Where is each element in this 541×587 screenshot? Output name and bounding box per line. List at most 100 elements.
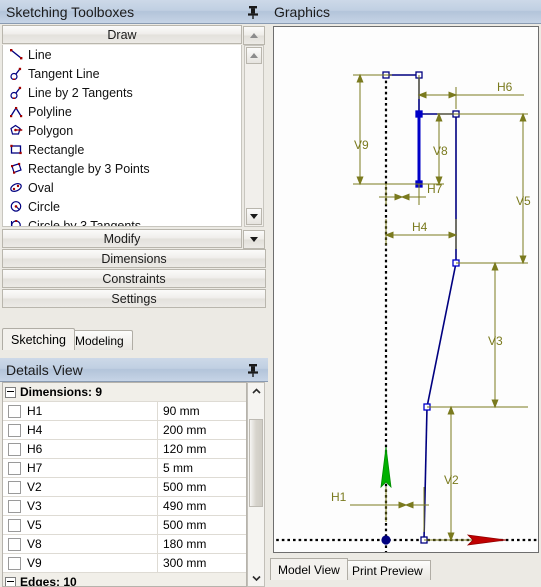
- row-checkbox[interactable]: [8, 518, 21, 532]
- table-row[interactable]: V2 500 mm: [3, 478, 246, 497]
- section-label-settings: Settings: [111, 291, 157, 306]
- dimension-value[interactable]: 490 mm: [158, 497, 246, 515]
- dim-arrow: [448, 231, 458, 239]
- row-checkbox[interactable]: [8, 404, 21, 418]
- dim-arrow: [447, 532, 455, 542]
- draw-list-scrollbar[interactable]: [244, 45, 264, 227]
- tab-sketching[interactable]: Sketching: [2, 328, 75, 350]
- dimension-label: V3: [27, 499, 42, 513]
- left-column: Sketching Toolboxes Draw Line Tangent Li…: [0, 0, 268, 587]
- dim-arrow: [447, 405, 455, 415]
- tool-line[interactable]: Line: [3, 45, 241, 64]
- row-checkbox[interactable]: [8, 480, 21, 494]
- table-row[interactable]: H4 200 mm: [3, 421, 246, 440]
- dim-arrow: [404, 501, 414, 509]
- chevron-down-icon[interactable]: [243, 230, 265, 249]
- scroll-down-button[interactable]: [248, 570, 264, 586]
- table-row[interactable]: V5 500 mm: [3, 516, 246, 535]
- dimension-value[interactable]: 200 mm: [158, 421, 246, 439]
- section-header-constraints[interactable]: Constraints: [2, 269, 266, 288]
- tool-label: Circle: [28, 199, 60, 214]
- tab-model-view[interactable]: Model View: [270, 558, 348, 580]
- table-row[interactable]: H7 5 mm: [3, 459, 246, 478]
- dimension-name: H1: [3, 402, 158, 420]
- section-header-dimensions[interactable]: Dimensions: [2, 249, 266, 268]
- dimension-value[interactable]: 500 mm: [158, 478, 246, 496]
- dimension-value[interactable]: 500 mm: [158, 516, 246, 534]
- scroll-up-button[interactable]: [248, 383, 264, 399]
- tool-label: Line by 2 Tangents: [28, 85, 133, 100]
- draw-tools-list: Line Tangent Line Line by 2 Tangents Pol…: [2, 45, 242, 227]
- graphics-title-bar: Graphics: [268, 0, 541, 24]
- pin-icon[interactable]: [246, 4, 260, 20]
- row-checkbox[interactable]: [8, 499, 21, 513]
- tab-modeling[interactable]: Modeling: [66, 330, 133, 350]
- tab-print-preview[interactable]: Print Preview: [344, 560, 431, 580]
- tool-label: Rectangle by 3 Points: [28, 161, 150, 176]
- dimension-name: V8: [3, 535, 158, 553]
- tool-label: Circle by 3 Tangents: [28, 218, 142, 227]
- sketching-toolbox-body: Draw Line Tangent Line Line by 2 Tangent…: [0, 24, 268, 324]
- dim-label-h1: H1: [331, 490, 347, 504]
- tool-circle-by-3-tangents[interactable]: Circle by 3 Tangents: [3, 216, 241, 227]
- rectangle-by-3-points-icon: [8, 161, 25, 176]
- scroll-down-button[interactable]: [246, 208, 262, 225]
- group-label: Dimensions: 9: [20, 385, 103, 399]
- tool-oval[interactable]: Oval: [3, 178, 241, 197]
- row-checkbox[interactable]: [8, 442, 21, 456]
- row-checkbox[interactable]: [8, 556, 21, 570]
- tool-rectangle[interactable]: Rectangle: [3, 140, 241, 159]
- table-row[interactable]: V8 180 mm: [3, 535, 246, 554]
- table-row[interactable]: H1 90 mm: [3, 402, 246, 421]
- row-checkbox[interactable]: [8, 423, 21, 437]
- dimension-value[interactable]: 180 mm: [158, 535, 246, 553]
- dimension-value[interactable]: 90 mm: [158, 402, 246, 420]
- table-row[interactable]: H6 120 mm: [3, 440, 246, 459]
- section-header-settings[interactable]: Settings: [2, 289, 266, 308]
- tool-polyline[interactable]: Polyline: [3, 102, 241, 121]
- dimension-value[interactable]: 300 mm: [158, 554, 246, 572]
- circle-by-3-tangents-icon: [8, 218, 25, 226]
- tool-line-by-2-tangents[interactable]: Line by 2 Tangents: [3, 83, 241, 102]
- pin-icon[interactable]: [246, 362, 260, 378]
- tool-label: Line: [28, 47, 52, 62]
- group-row-edges[interactable]: Edges: 10: [3, 573, 246, 586]
- row-checkbox[interactable]: [8, 537, 21, 551]
- sketch-canvas[interactable]: H6 V9 V8 H7 V5 H4 V3 V2 H1: [274, 27, 538, 552]
- expander-icon[interactable]: [3, 576, 18, 586]
- rectangle-icon: [8, 142, 25, 157]
- table-row[interactable]: V9 300 mm: [3, 554, 246, 573]
- table-row[interactable]: V3 490 mm: [3, 497, 246, 516]
- expander-icon[interactable]: [3, 386, 18, 398]
- axis-triad: [380, 446, 507, 546]
- section-header-draw[interactable]: Draw: [2, 25, 265, 45]
- graphics-viewport[interactable]: H6 V9 V8 H7 V5 H4 V3 V2 H1: [273, 26, 539, 553]
- tool-label: Oval: [28, 180, 54, 195]
- tab-label: Modeling: [75, 333, 124, 348]
- chevron-up-icon[interactable]: [243, 26, 265, 45]
- dimension-value[interactable]: 5 mm: [158, 459, 246, 477]
- tool-polygon[interactable]: Polygon: [3, 121, 241, 140]
- tangent-line-icon: [8, 66, 25, 81]
- section-header-modify[interactable]: Modify: [2, 229, 265, 249]
- dimension-label: H6: [27, 442, 43, 456]
- group-row-dimensions[interactable]: Dimensions: 9: [3, 383, 246, 402]
- details-view-scrollbar[interactable]: [247, 382, 265, 587]
- scroll-up-button[interactable]: [246, 47, 262, 64]
- dim-arrow: [400, 193, 410, 201]
- dim-arrow: [356, 73, 364, 83]
- dimension-label: V2: [27, 480, 42, 494]
- dim-label-v2: V2: [444, 473, 459, 487]
- sketching-toolboxes-title-bar: Sketching Toolboxes: [0, 0, 268, 24]
- dim-arrow: [448, 91, 458, 99]
- dimension-value[interactable]: 120 mm: [158, 440, 246, 458]
- dim-arrow: [519, 112, 527, 122]
- y-axis-arrow: [380, 446, 392, 489]
- tool-tangent-line[interactable]: Tangent Line: [3, 64, 241, 83]
- scrollbar-thumb[interactable]: [249, 419, 263, 507]
- dimension-label: V5: [27, 518, 42, 532]
- row-checkbox[interactable]: [8, 461, 21, 475]
- dimension-label: V9: [27, 556, 42, 570]
- tool-rectangle-by-3-points[interactable]: Rectangle by 3 Points: [3, 159, 241, 178]
- tool-circle[interactable]: Circle: [3, 197, 241, 216]
